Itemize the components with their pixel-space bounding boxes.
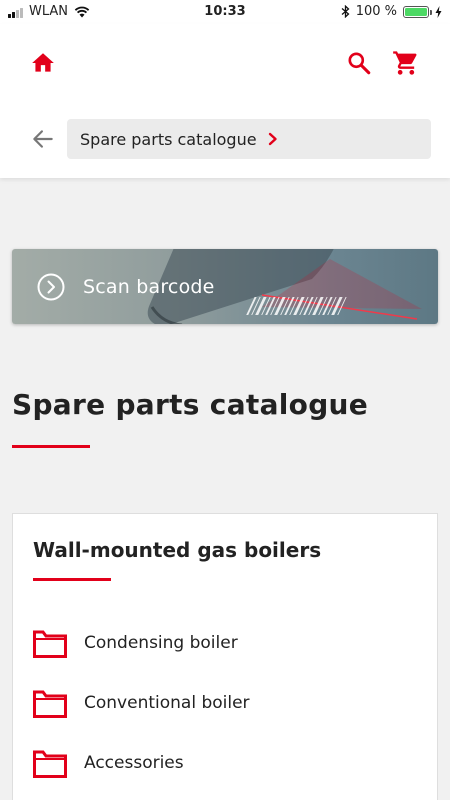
battery-icon: [403, 5, 432, 18]
scan-banner-image: [147, 249, 422, 324]
category-title: Wall-mounted gas boilers: [33, 538, 322, 562]
status-bar: WLAN 10:33 100 %: [0, 0, 450, 24]
category-card: Wall-mounted gas boilers Condensing boil…: [12, 513, 438, 800]
scan-barcode-label: Scan barcode: [83, 276, 215, 298]
category-item-condensing-boiler[interactable]: Condensing boiler: [33, 625, 413, 661]
bluetooth-icon: [341, 5, 350, 18]
category-item-conventional-boiler[interactable]: Conventional boiler: [33, 685, 413, 721]
back-button[interactable]: [30, 126, 56, 152]
chevron-right-icon: [268, 132, 277, 146]
home-icon: [32, 53, 54, 72]
search-icon: [348, 52, 371, 75]
status-right: 100 %: [341, 4, 442, 19]
chevron-circle-icon: [37, 273, 65, 301]
category-item-accessories[interactable]: Accessories: [33, 745, 413, 781]
back-arrow-icon: [33, 130, 53, 148]
title-underline: [12, 445, 90, 448]
category-item-label: Condensing boiler: [84, 633, 238, 653]
cart-button[interactable]: [392, 49, 420, 77]
page-title: Spare parts catalogue: [12, 388, 369, 421]
breadcrumb[interactable]: Spare parts catalogue: [67, 119, 431, 159]
breadcrumb-label: Spare parts catalogue: [80, 129, 257, 149]
scan-barcode-button[interactable]: Scan barcode: [12, 249, 438, 324]
category-underline: [33, 578, 111, 581]
folder-icon: [33, 630, 67, 658]
cart-icon: [393, 51, 417, 75]
search-button[interactable]: [346, 50, 372, 76]
folder-icon: [33, 690, 67, 718]
battery-percent: 100 %: [355, 4, 397, 19]
folder-icon: [33, 750, 67, 778]
charging-icon: [435, 5, 442, 18]
category-item-label: Accessories: [84, 753, 184, 773]
home-button[interactable]: [30, 50, 56, 76]
category-item-label: Conventional boiler: [84, 693, 250, 713]
app-header: Spare parts catalogue: [0, 24, 450, 178]
